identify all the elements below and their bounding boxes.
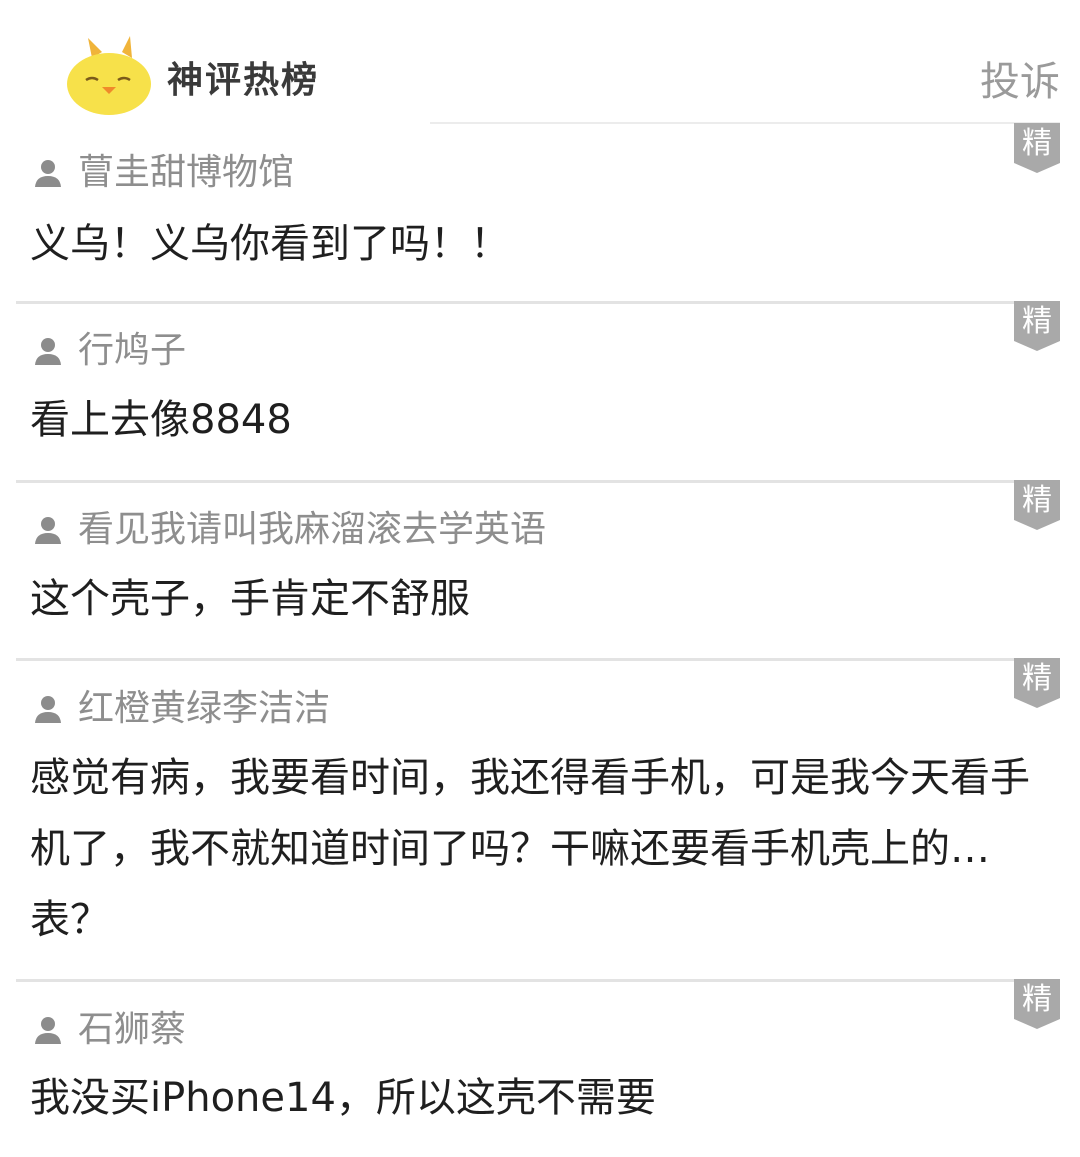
featured-badge: 精 [1014,301,1060,351]
comment-text: 义乌！义乌你看到了吗！！ [30,221,510,267]
user-icon [32,157,64,189]
user-icon [32,693,64,725]
featured-badge: 精 [1014,979,1060,1029]
featured-badge: 精 [1014,480,1060,530]
user-icon [32,335,64,367]
comment-divider [16,301,1060,304]
comment-item: 精 红橙黄绿李洁洁 感觉有病，我要看时间，我还得看手机，可是我今天看手机了，我不… [16,658,1060,981]
user-icon [32,514,64,546]
comment-text: 这个壳子，手肯定不舒服 [30,576,470,622]
featured-badge-label: 精 [1022,304,1052,339]
featured-badge: 精 [1014,123,1060,173]
comment-author[interactable]: 萺圭甜博物馆 [32,149,294,197]
user-icon [32,1014,64,1046]
featured-badge-label: 精 [1022,661,1052,696]
username[interactable]: 红橙黄绿李洁洁 [78,685,330,733]
username[interactable]: 行鸠子 [78,327,186,375]
comment-divider [16,480,1060,483]
comment-text: 看上去像8848 [30,397,292,443]
featured-badge-label: 精 [1022,982,1052,1017]
comment-text: 感觉有病，我要看时间，我还得看手机，可是我今天看手机了，我不就知道时间了吗？干嘛… [30,755,1030,943]
username[interactable]: 石狮蔡 [78,1006,186,1054]
comment-divider [16,658,1060,661]
comment-author[interactable]: 看见我请叫我麻溜滚去学英语 [32,506,546,554]
comment-list: 精 萺圭甜博物馆 义乌！义乌你看到了吗！！ 精 行鸠子 看上去像8848 精 看… [0,0,1080,1157]
featured-badge: 精 [1014,658,1060,708]
comment-author[interactable]: 石狮蔡 [32,1006,186,1054]
comment-author[interactable]: 行鸠子 [32,327,186,375]
featured-badge-label: 精 [1022,126,1052,161]
comment-item: 精 萺圭甜博物馆 义乌！义乌你看到了吗！！ [16,123,1060,303]
username[interactable]: 看见我请叫我麻溜滚去学英语 [78,506,546,554]
comment-item: 精 看见我请叫我麻溜滚去学英语 这个壳子，手肯定不舒服 [16,480,1060,660]
comment-text: 我没买iPhone14，所以这壳不需要 [30,1075,656,1121]
comment-item: 精 行鸠子 看上去像8848 [16,301,1060,481]
featured-badge-label: 精 [1022,483,1052,518]
comment-item: 精 石狮蔡 我没买iPhone14，所以这壳不需要 [16,979,1060,1157]
username[interactable]: 萺圭甜博物馆 [78,149,294,197]
comment-divider [16,979,1060,982]
comment-author[interactable]: 红橙黄绿李洁洁 [32,685,330,733]
